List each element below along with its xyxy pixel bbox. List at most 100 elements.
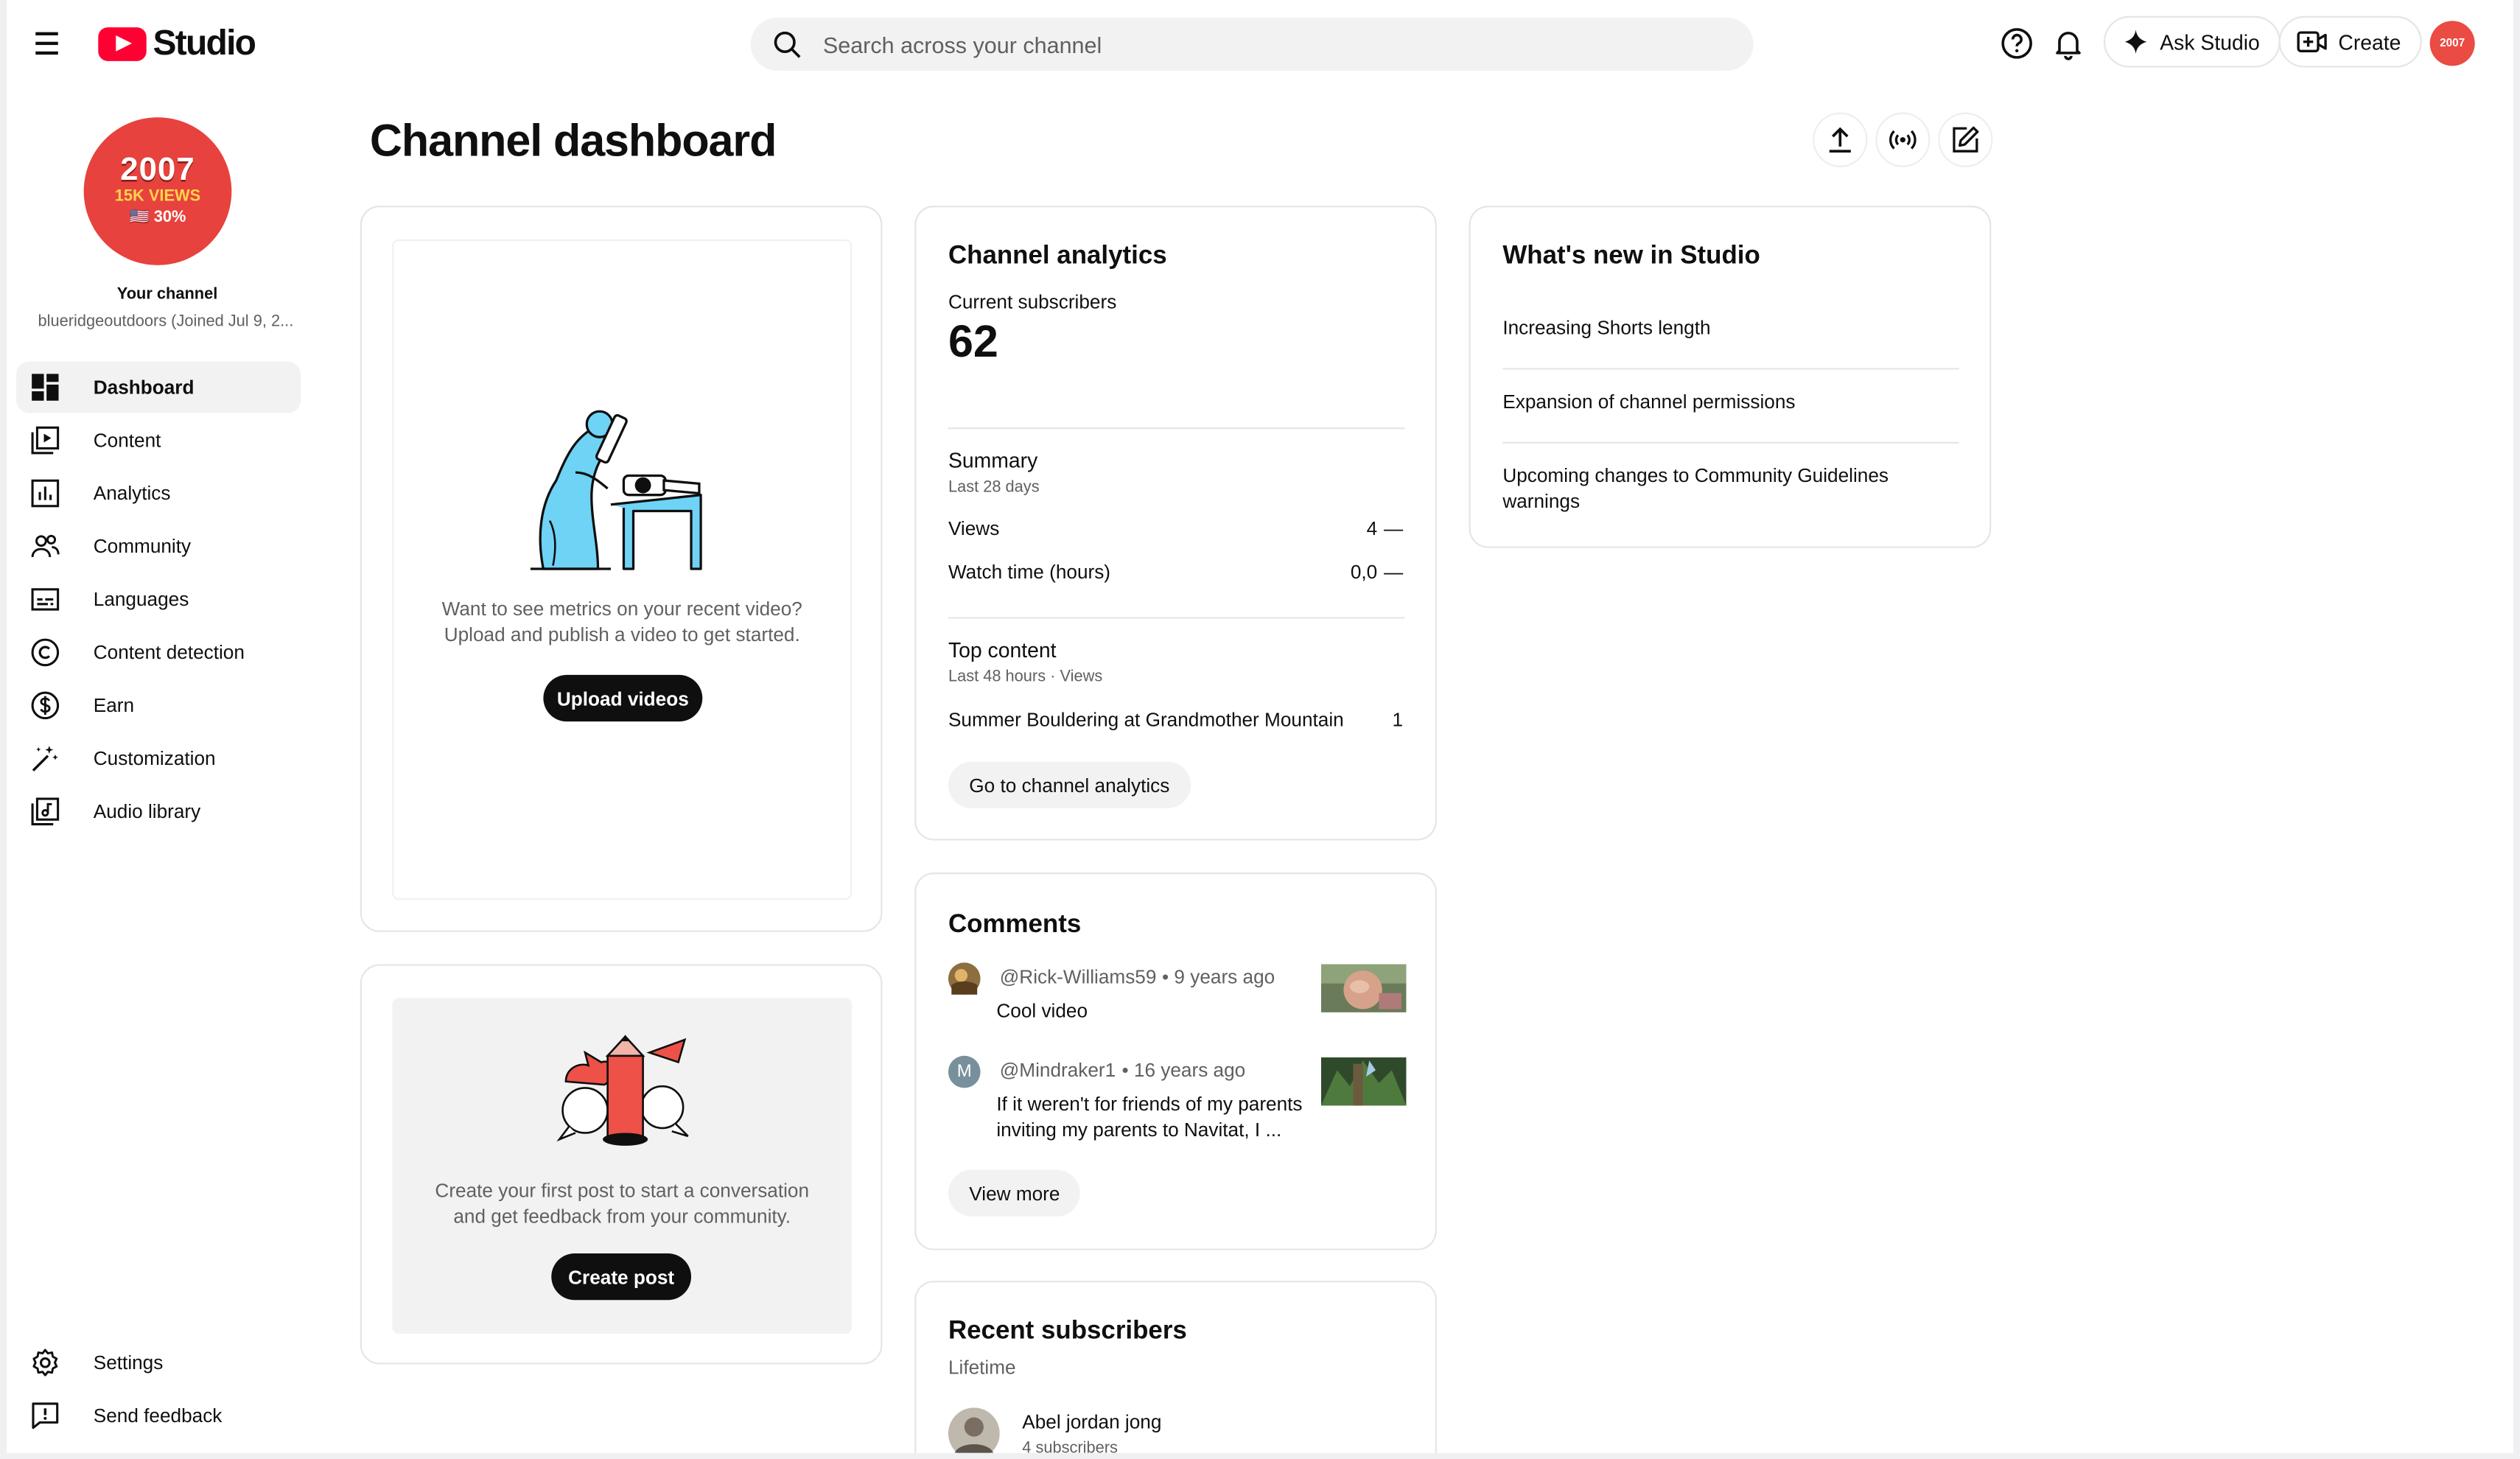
sidebar-item-content[interactable]: Content (16, 415, 301, 466)
latest-video-card: Want to see metrics on your recent video… (360, 206, 883, 932)
metric-value-watch-time: 0,0 (1350, 561, 1378, 584)
summary-period: Last 28 days (948, 478, 1040, 497)
analytics-icon (31, 479, 60, 508)
avatar-line1: 2007 (120, 153, 195, 189)
subscriber-avatar[interactable] (948, 1407, 1000, 1453)
sidebar-item-settings[interactable]: Settings (16, 1337, 301, 1388)
page-title: Channel dashboard (369, 116, 777, 166)
create-post-icon-button[interactable] (1938, 112, 1993, 167)
feedback-icon (32, 1402, 59, 1430)
upload-button[interactable] (1813, 112, 1868, 167)
menu-icon[interactable] (32, 26, 68, 61)
sidebar-item-earn[interactable]: Earn (16, 679, 301, 731)
video-thumbnail-1[interactable] (1320, 964, 1407, 1012)
whats-new-card: What's new in Studio Increasing Shorts l… (1469, 206, 1992, 548)
divider (1502, 441, 1959, 444)
sidebar-item-dashboard[interactable]: Dashboard (16, 361, 301, 413)
studio-logo[interactable]: Studio (98, 23, 256, 65)
sidebar-item-community[interactable]: Community (16, 521, 301, 573)
whats-new-item[interactable]: Expansion of channel permissions (1502, 391, 1795, 413)
ask-studio-label: Ask Studio (2160, 29, 2260, 55)
pencil-chat-illustration-icon (556, 1035, 689, 1146)
search-input[interactable] (822, 31, 1723, 57)
recent-subscribers-period: Lifetime (948, 1356, 1016, 1379)
channel-analytics-card: Channel analytics Current subscribers 62… (914, 206, 1437, 841)
comments-title: Comments (948, 911, 1082, 939)
avatar-line3: 🇺🇸 30% (129, 209, 186, 227)
gear-icon (32, 1348, 58, 1376)
channel-avatar[interactable]: 2007 15K VIEWS 🇺🇸 30% (83, 117, 232, 265)
commenter-avatar-1[interactable] (948, 962, 981, 995)
comment-author[interactable]: @Mindraker1 (1000, 1059, 1116, 1082)
top-content-item-title[interactable]: Summer Bouldering at Grandmother Mountai… (948, 709, 1344, 732)
sidebar-item-label: Earn (93, 694, 135, 717)
create-button[interactable]: Create (2278, 15, 2422, 68)
sidebar: 2007 15K VIEWS 🇺🇸 30% Your channel bluer… (7, 90, 328, 1453)
comment-author[interactable]: @Rick-Williams59 (1000, 966, 1157, 989)
go-live-button[interactable] (1875, 112, 1931, 167)
sidebar-item-send-feedback[interactable]: Send feedback (16, 1390, 301, 1441)
sidebar-item-analytics[interactable]: Analytics (16, 468, 301, 519)
video-empty-text-2: Upload and publish a video to get starte… (444, 623, 800, 646)
audio-library-icon (31, 797, 60, 826)
youtube-play-icon (98, 26, 147, 60)
create-video-icon (2297, 31, 2327, 52)
current-subscribers-label: Current subscribers (948, 290, 1117, 314)
avatar-line2: 15K VIEWS (114, 188, 201, 206)
top-content-period: Last 48 hours · Views (948, 668, 1103, 687)
metric-label-views: Views (948, 517, 1000, 540)
comments-card: Comments @Rick-Williams59 • 9 years ago … (914, 872, 1437, 1250)
copyright-icon (31, 638, 60, 667)
comment-text-line2: inviting my parents to Navitat, I ... (996, 1118, 1282, 1141)
sidebar-item-label: Audio library (93, 800, 201, 823)
metric-trend-views: — (1383, 517, 1404, 540)
top-content-title: Top content (948, 637, 1057, 662)
create-post-button[interactable]: Create post (551, 1253, 692, 1301)
sidebar-item-customization[interactable]: Customization (16, 732, 301, 784)
help-icon[interactable] (1999, 26, 2034, 61)
subscriber-name[interactable]: Abel jordan jong (1022, 1411, 1161, 1434)
sidebar-item-audio-library[interactable]: Audio library (16, 786, 301, 837)
sidebar-item-label: Content detection (93, 641, 245, 664)
sparkle-icon (2124, 29, 2147, 55)
sidebar-item-content-detection[interactable]: Content detection (16, 627, 301, 679)
divider (1502, 368, 1959, 370)
current-subscribers-value: 62 (948, 316, 998, 367)
dollar-icon (31, 691, 60, 720)
whats-new-item[interactable]: Increasing Shorts length (1502, 317, 1710, 340)
languages-icon (31, 588, 60, 611)
search-bar[interactable] (750, 17, 1754, 71)
analytics-title: Channel analytics (948, 242, 1167, 270)
comment-text: Cool video (996, 999, 1088, 1022)
channel-handle: blueridgeoutdoors (Joined Jul 9, 2... (38, 313, 294, 332)
post-empty-text-2: and get feedback from your community. (453, 1205, 791, 1228)
sidebar-item-label: Content (93, 429, 161, 452)
video-thumbnail-2[interactable] (1320, 1057, 1407, 1106)
upload-videos-button[interactable]: Upload videos (543, 674, 703, 722)
divider (948, 617, 1405, 619)
commenter-initial: M (956, 1062, 972, 1082)
comment-time: • 9 years ago (1161, 965, 1275, 989)
metric-trend-watch-time: — (1383, 561, 1404, 584)
whats-new-item[interactable]: Upcoming changes to Community Guidelines (1502, 464, 1889, 487)
content-icon (31, 426, 60, 455)
post-empty-text-1: Create your first post to start a conver… (435, 1179, 810, 1203)
view-more-comments-button[interactable]: View more (948, 1169, 1081, 1217)
sidebar-item-label: Languages (93, 588, 189, 611)
dashboard-icon (32, 374, 59, 401)
ask-studio-button[interactable]: Ask Studio (2103, 15, 2281, 68)
video-empty-text-1: Want to see metrics on your recent video… (441, 598, 802, 620)
account-avatar[interactable]: 2007 (2429, 21, 2475, 66)
studio-app: Studio Ask Studio Create 2007 2007 15K V… (7, 0, 2513, 1453)
sidebar-item-languages[interactable]: Languages (16, 574, 301, 626)
go-to-channel-analytics-button[interactable]: Go to channel analytics (948, 761, 1191, 808)
recent-subscribers-card: Recent subscribers Lifetime Abel jordan … (914, 1281, 1437, 1453)
commenter-avatar-2[interactable]: M (948, 1055, 981, 1088)
comment-time: • 16 years ago (1121, 1059, 1246, 1082)
metric-value-views: 4 (1366, 517, 1378, 540)
summary-title: Summary (948, 448, 1038, 473)
account-avatar-text: 2007 (2440, 38, 2465, 49)
notifications-bell-icon[interactable] (2051, 26, 2086, 61)
metric-label-watch-time: Watch time (hours) (948, 561, 1111, 584)
whats-new-item-line2: warnings (1502, 490, 1581, 513)
